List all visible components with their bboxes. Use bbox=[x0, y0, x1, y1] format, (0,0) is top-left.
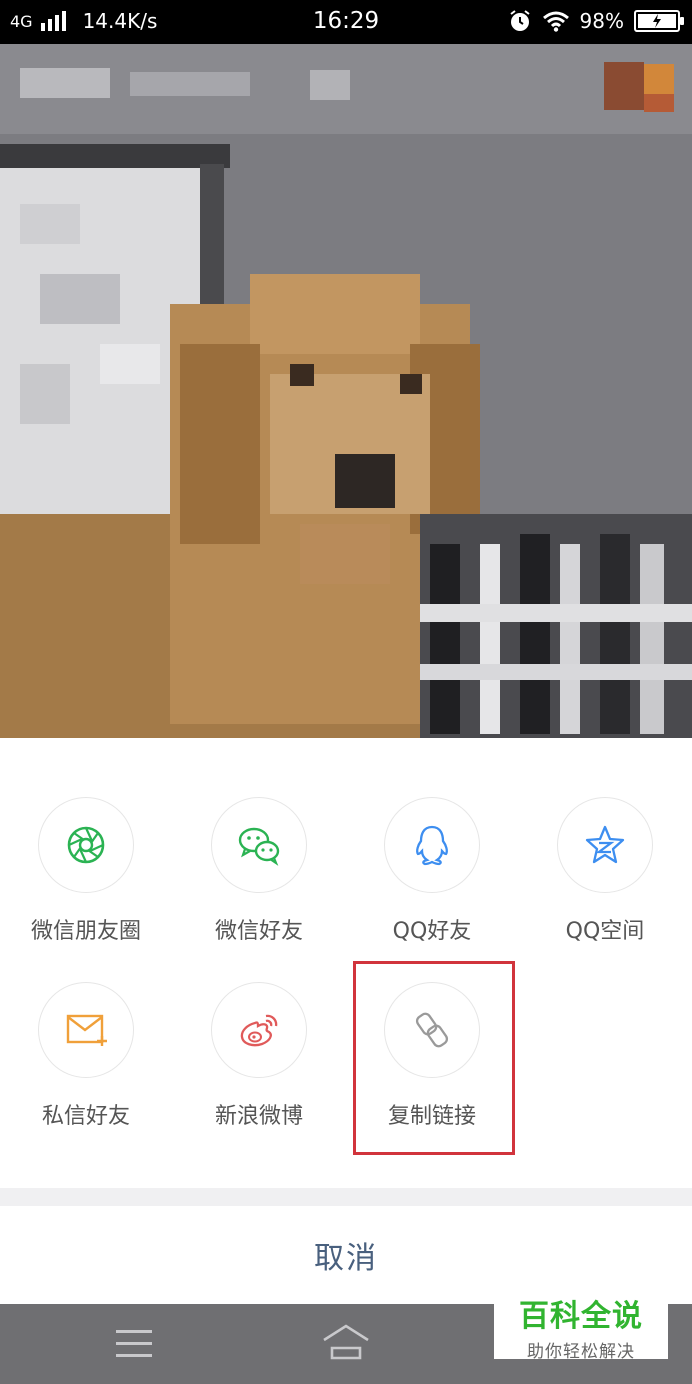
wechat-icon bbox=[238, 827, 280, 866]
wechat-icon-circle[interactable] bbox=[211, 797, 307, 893]
battery-percent: 98% bbox=[579, 9, 624, 33]
menu-icon[interactable] bbox=[116, 1330, 152, 1358]
share-private-message[interactable]: 私信好友 bbox=[1, 982, 171, 1130]
status-bar: 4G 14.4K/s 16:29 98% bbox=[0, 0, 692, 44]
share-label-wechat-moments: 微信朋友圈 bbox=[30, 919, 141, 944]
alarm-icon bbox=[509, 10, 530, 31]
home-icon[interactable] bbox=[320, 1322, 372, 1362]
qzone-icon-circle[interactable] bbox=[557, 797, 653, 893]
wifi-icon bbox=[542, 11, 569, 32]
share-sheet: 微信朋友圈 微信好友 QQ好友 QQ空间 私信好友 新浪微博 复制链接 bbox=[0, 738, 692, 1188]
mail-icon-circle[interactable] bbox=[38, 982, 134, 1078]
share-label-private-message: 私信好友 bbox=[41, 1104, 130, 1129]
watermark-subtitle: 助你轻松解决 bbox=[527, 1342, 635, 1362]
mail-icon bbox=[66, 1014, 107, 1046]
share-wechat-moments[interactable]: 微信朋友圈 bbox=[1, 797, 171, 945]
share-wechat-friend[interactable]: 微信好友 bbox=[174, 797, 344, 945]
share-label-qzone: QQ空间 bbox=[565, 919, 645, 944]
weibo-icon-circle[interactable] bbox=[211, 982, 307, 1078]
watermark-badge: 百科全说 助你轻松解决 bbox=[494, 1287, 668, 1362]
share-label-qq-friend: QQ好友 bbox=[392, 919, 472, 944]
watermark-title: 百科全说 bbox=[519, 1299, 643, 1334]
qq-icon-circle[interactable] bbox=[384, 797, 480, 893]
qq-icon bbox=[416, 825, 448, 866]
share-qq-friend[interactable]: QQ好友 bbox=[347, 797, 517, 945]
share-label-wechat-friend: 微信好友 bbox=[214, 919, 303, 944]
copy-link-highlight-box bbox=[353, 961, 515, 1155]
qzone-icon bbox=[585, 825, 625, 864]
cancel-label: 取消 bbox=[314, 1241, 378, 1276]
status-right: 98% bbox=[508, 9, 684, 33]
battery-icon bbox=[634, 10, 684, 32]
wechat-moments-icon-circle[interactable] bbox=[38, 797, 134, 893]
weibo-icon bbox=[240, 1014, 278, 1047]
share-qzone[interactable]: QQ空间 bbox=[520, 797, 690, 945]
pixelated-photo-preview bbox=[0, 44, 692, 738]
share-weibo[interactable]: 新浪微博 bbox=[174, 982, 344, 1130]
share-label-weibo: 新浪微博 bbox=[214, 1104, 303, 1129]
wechat-moments-icon bbox=[67, 826, 105, 864]
divider-band bbox=[0, 1188, 692, 1206]
